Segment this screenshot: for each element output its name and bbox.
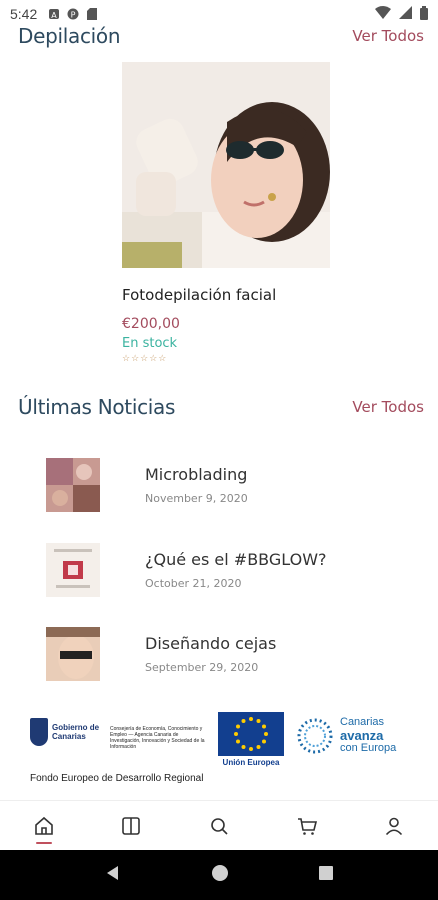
notification-a-icon: A xyxy=(47,8,60,21)
bottom-nav xyxy=(0,800,438,850)
product-image[interactable] xyxy=(122,62,330,268)
nav-account-button[interactable] xyxy=(374,806,414,846)
canarias-ring-icon xyxy=(297,718,333,753)
book-icon xyxy=(122,816,141,835)
search-icon xyxy=(211,817,228,835)
canarias-line2: avanza xyxy=(340,728,384,743)
see-all-depilacion-link[interactable]: Ver Todos xyxy=(352,27,424,45)
consejeria-label: Consejería de Economía, Conocimiento y E… xyxy=(110,726,205,750)
news-title[interactable]: Microblading xyxy=(145,465,248,484)
news-item-bbglow[interactable]: ¿Qué es el #BBGLOW? October 21, 2020 xyxy=(46,543,416,597)
nav-catalog-button[interactable] xyxy=(111,806,151,846)
cell-signal-icon xyxy=(399,6,412,22)
news-date: November 9, 2020 xyxy=(145,492,248,505)
eu-label: Unión Europea xyxy=(222,758,280,767)
nav-home-button[interactable] xyxy=(24,806,64,846)
product-name[interactable]: Fotodepilación facial xyxy=(122,286,330,304)
eu-flag-icon xyxy=(218,712,284,756)
news-item-disenando-cejas[interactable]: Diseñando cejas September 29, 2020 xyxy=(46,627,416,681)
gobierno-shield-icon xyxy=(30,718,48,746)
product-rating-stars: ☆☆☆☆☆ xyxy=(122,353,168,363)
notification-p-icon: P xyxy=(66,8,79,21)
gobierno-canarias-logo: Gobierno de Canarias xyxy=(30,718,100,746)
home-icon xyxy=(34,816,53,835)
funding-logos: Gobierno de Canarias Consejería de Econo… xyxy=(30,712,420,792)
back-icon[interactable] xyxy=(104,864,122,887)
news-item-microblading[interactable]: Microblading November 9, 2020 xyxy=(46,458,416,512)
svg-text:A: A xyxy=(51,11,57,20)
svg-text:P: P xyxy=(70,11,75,20)
recents-icon[interactable] xyxy=(318,865,334,886)
news-thumbnail[interactable] xyxy=(46,458,100,512)
news-header: Últimas Noticias Ver Todos xyxy=(18,395,424,419)
product-card[interactable]: Fotodepilación facial €200,00 En stock ☆… xyxy=(122,62,330,364)
eu-logo: Unión Europea xyxy=(218,712,284,767)
see-all-news-link[interactable]: Ver Todos xyxy=(352,398,424,416)
gobierno-label: Gobierno de Canarias xyxy=(52,723,100,741)
news-thumbnail[interactable] xyxy=(46,543,100,597)
product-stock-status: En stock xyxy=(122,336,178,351)
status-time: 5:42 xyxy=(10,6,38,22)
product-price: €200,00 xyxy=(122,316,180,332)
user-icon xyxy=(386,817,403,835)
system-nav-bar xyxy=(0,850,438,900)
section-title-news: Últimas Noticias xyxy=(18,395,176,419)
canarias-line3: con Europa xyxy=(340,742,397,754)
news-date: October 21, 2020 xyxy=(145,577,242,590)
sd-card-icon xyxy=(85,8,98,21)
depilacion-header: Depilación Ver Todos xyxy=(18,24,424,48)
news-thumbnail[interactable] xyxy=(46,627,100,681)
cart-icon xyxy=(297,817,317,835)
news-date: September 29, 2020 xyxy=(145,661,259,674)
wifi-icon xyxy=(375,6,391,22)
nav-cart-button[interactable] xyxy=(287,806,327,846)
fondo-feder-label: Fondo Europeo de Desarrollo Regional xyxy=(30,773,204,784)
nav-search-button[interactable] xyxy=(199,806,239,846)
news-title[interactable]: ¿Qué es el #BBGLOW? xyxy=(145,550,327,569)
news-title[interactable]: Diseñando cejas xyxy=(145,634,276,653)
section-title-depilacion: Depilación xyxy=(18,24,121,48)
canarias-avanza-logo: Canarias avanza con Europa xyxy=(296,716,396,755)
battery-icon xyxy=(420,5,428,23)
home-circle-icon[interactable] xyxy=(211,864,229,887)
